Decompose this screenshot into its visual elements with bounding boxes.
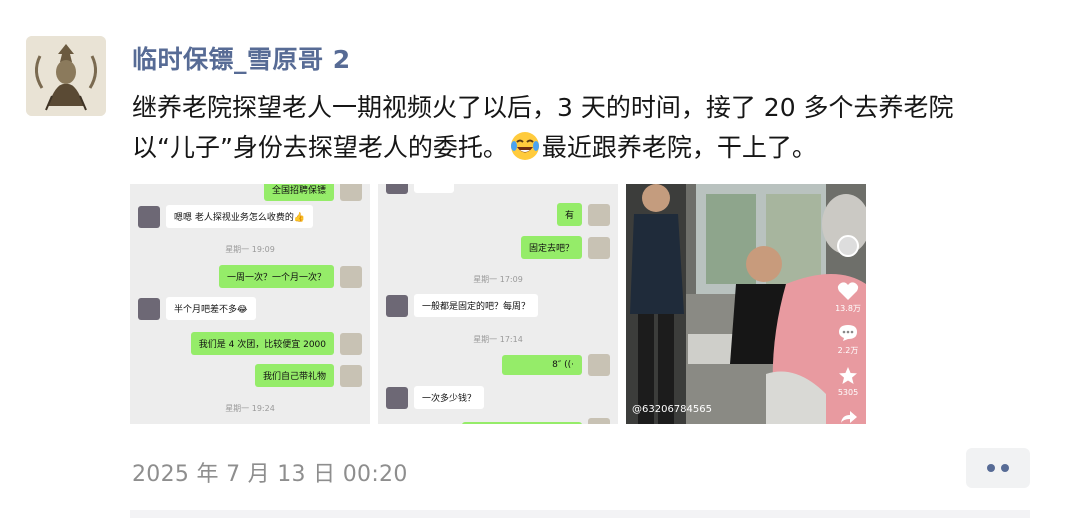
chat-message: 一周一次？一个月一次？ bbox=[218, 265, 362, 288]
video-watermark: @63206784565 bbox=[632, 404, 712, 415]
avatar bbox=[588, 418, 610, 424]
chat-message: 我们是 4 次团，比较便宜 2000 bbox=[190, 332, 362, 355]
chat-message: 全国招聘保镖 bbox=[263, 184, 362, 201]
post-timestamp: 2025 年 7 月 13 日 00:20 bbox=[132, 462, 408, 487]
author-avatar[interactable] bbox=[26, 36, 106, 116]
chat-message: 一般都是固定的吧？每周？ bbox=[386, 294, 539, 317]
post-text-line-1: 继养老院探望老人一期视频火了以后，3 天的时间，接了 20 多个去养老院 bbox=[132, 93, 954, 122]
avatar bbox=[588, 236, 610, 259]
chat-message bbox=[386, 184, 454, 194]
avatar bbox=[340, 184, 362, 201]
more-dots-icon bbox=[987, 464, 995, 472]
avatar bbox=[386, 184, 408, 194]
heart-icon[interactable] bbox=[837, 281, 859, 301]
star-icon[interactable] bbox=[838, 366, 858, 386]
avatar bbox=[386, 386, 408, 409]
post-text-line-2: 以“儿子”身份去探望老人的委托。 最近跟养老院，干上了。 bbox=[132, 128, 1012, 168]
avatar bbox=[138, 297, 160, 320]
post-image-1[interactable]: 全国招聘保镖 嗯嗯 老人探视业务怎么收费的👍 星期一 19:09 一周一次？一个… bbox=[130, 184, 370, 424]
post-text-part-a: 以“儿子”身份去探望老人的委托。 bbox=[132, 133, 508, 162]
avatar bbox=[340, 265, 362, 288]
avatar bbox=[138, 205, 160, 228]
more-actions-button[interactable] bbox=[966, 448, 1030, 488]
chat-time: 星期一 19:24 bbox=[225, 404, 275, 413]
post-image-2[interactable]: 有 固定去吧？ 星期一 17:09 一般都是固定的吧？每周？ 星期一 17:14… bbox=[378, 184, 618, 424]
avatar bbox=[340, 332, 362, 355]
chat-message bbox=[462, 418, 610, 424]
chat-message: 我们自己带礼物 bbox=[254, 364, 362, 387]
like-count: 13.8万 bbox=[835, 304, 861, 313]
chat-time: 星期一 17:14 bbox=[473, 335, 523, 344]
share-icon[interactable] bbox=[840, 410, 858, 424]
comment-icon[interactable] bbox=[838, 324, 858, 342]
comment-count: 2.2万 bbox=[837, 346, 859, 355]
chat-message: 有 bbox=[556, 203, 610, 226]
favorite-count: 5305 bbox=[837, 388, 859, 397]
post-text-part-b: 最近跟养老院，干上了。 bbox=[541, 133, 817, 162]
post-image-3[interactable]: 13.8万 2.2万 5305 @63206784565 bbox=[626, 184, 866, 424]
comment-area-divider bbox=[130, 510, 1030, 518]
avatar bbox=[340, 364, 362, 387]
avatar bbox=[588, 203, 610, 226]
more-dots-icon bbox=[1001, 464, 1009, 472]
avatar bbox=[588, 354, 610, 376]
chat-message: 一次多少钱？ bbox=[386, 386, 485, 409]
chat-time: 星期一 19:09 bbox=[225, 245, 275, 254]
author-name-link[interactable]: 临时保镖_雪原哥 2 bbox=[132, 40, 351, 76]
chat-message: 嗯嗯 老人探视业务怎么收费的👍 bbox=[138, 205, 314, 228]
chat-time: 星期一 17:09 bbox=[473, 275, 523, 284]
post-text: 继养老院探望老人一期视频火了以后，3 天的时间，接了 20 多个去养老院 以“儿… bbox=[132, 88, 1012, 168]
deity-portrait-icon bbox=[26, 36, 106, 116]
chat-message: 半个月吧差不多😂 bbox=[138, 297, 256, 320]
avatar bbox=[386, 294, 408, 317]
voice-message: 8″ ((· bbox=[502, 354, 610, 376]
face-with-tears-of-joy-icon bbox=[510, 132, 539, 160]
chat-message: 固定去吧？ bbox=[520, 236, 610, 259]
